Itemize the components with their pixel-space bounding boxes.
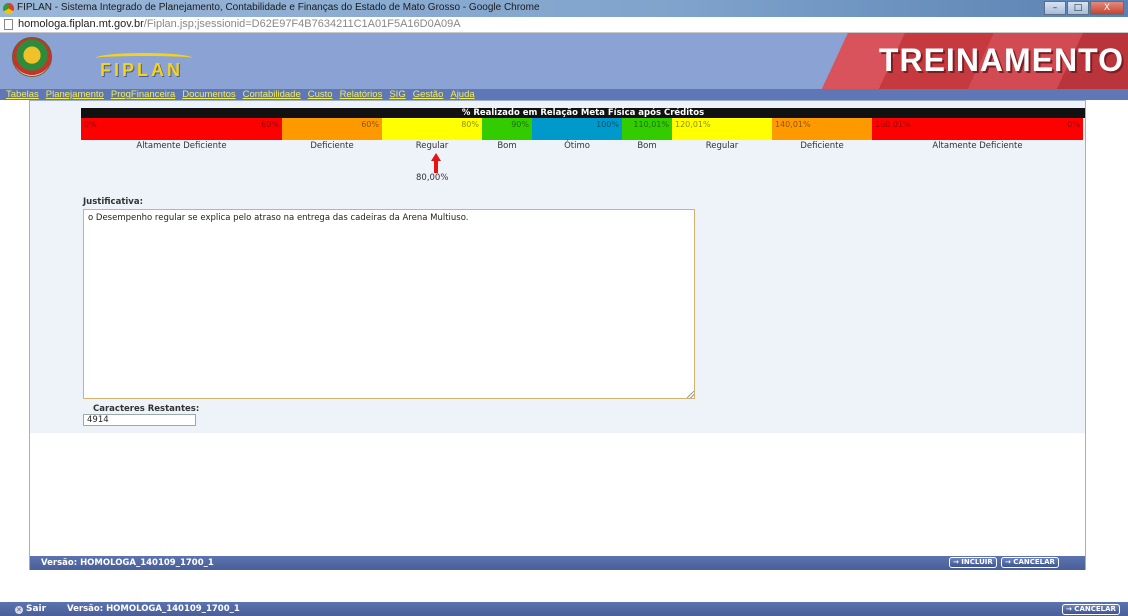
frame-footer: Versão: HOMOLOGA_140109_1700_1 → INCLUIR…: [30, 556, 1085, 570]
maximize-button[interactable]: □: [1067, 1, 1089, 15]
menu-item-sig[interactable]: SIG: [389, 89, 405, 100]
scale-category-label: Regular: [705, 141, 739, 151]
chars-remaining-label: Caracteres Restantes:: [93, 404, 200, 414]
segment-pct-left: 160,01%: [875, 120, 911, 129]
segment-pct-right: 110,01%: [633, 120, 669, 129]
scale-category-label: Bom: [637, 141, 657, 151]
menu-item-custo[interactable]: Custo: [308, 89, 333, 100]
scale-segment: 90%: [482, 118, 532, 140]
segment-pct-right: 80%: [461, 120, 479, 129]
scale-segment: 160,01% 0%: [872, 118, 1083, 140]
chrome-icon: [3, 3, 14, 14]
indicator-arrow-icon: [431, 153, 441, 173]
bottom-version-label: Versão: HOMOLOGA_140109_1700_1: [67, 604, 240, 614]
scale-segment: 140,01%: [772, 118, 872, 140]
scale-category-label: Deficiente: [800, 141, 844, 151]
exit-icon: ✕: [15, 606, 23, 614]
segment-pct-right: 0%: [1067, 120, 1080, 129]
menu-item-planejamento[interactable]: Planejamento: [46, 89, 104, 100]
bottom-cancelar-button[interactable]: → CANCELAR: [1062, 604, 1120, 615]
scale-segment: 100%: [532, 118, 622, 140]
window-controls: – □ X: [1043, 1, 1124, 15]
segment-pct-left: 120,01%: [675, 120, 711, 129]
treinamento-banner: TREINAMENTO: [878, 42, 1124, 78]
bottom-bar: ✕ Sair Versão: HOMOLOGA_140109_1700_1 → C…: [0, 602, 1128, 616]
version-label: Versão: HOMOLOGA_140109_1700_1: [41, 558, 214, 568]
menu-item-progfinanceira[interactable]: ProgFinanceira: [111, 89, 175, 100]
address-bar[interactable]: homologa.fiplan.mt.gov.br/Fiplan.jsp;jse…: [0, 17, 1128, 33]
scale-title: % Realizado em Relação Meta Física após …: [81, 108, 1085, 118]
segment-pct-left: 140,01%: [775, 120, 811, 129]
scale-category-label: Deficiente: [310, 141, 354, 151]
scale-category-label: Altamente Deficiente: [932, 141, 1023, 151]
segment-pct-right: 90%: [511, 120, 529, 129]
window-titlebar: FIPLAN - Sistema Integrado de Planejamen…: [0, 0, 1128, 17]
app-header: FIPLAN TREINAMENTO: [0, 33, 1128, 89]
chars-remaining-field: 4914: [83, 414, 196, 426]
menu-item-contabilidade[interactable]: Contabilidade: [243, 89, 301, 100]
segment-pct-right: 60%: [361, 120, 379, 129]
main-menu: Tabelas Planejamento ProgFinanceira Documen…: [0, 89, 1128, 100]
justificativa-textarea[interactable]: o Desempenho regular se explica pelo atr…: [83, 209, 695, 399]
sair-button[interactable]: ✕ Sair: [15, 604, 46, 614]
cancelar-button[interactable]: → CANCELAR: [1001, 557, 1059, 568]
menu-item-tabelas[interactable]: Tabelas: [6, 89, 39, 100]
segment-pct-right: 60%: [261, 120, 279, 129]
scale-category-label: Ótimo: [564, 141, 590, 151]
window-title: FIPLAN - Sistema Integrado de Planejamen…: [17, 2, 540, 13]
scale-segment: 60%: [282, 118, 382, 140]
resize-grip-icon[interactable]: [687, 391, 694, 398]
url-text[interactable]: homologa.fiplan.mt.gov.br/Fiplan.jsp;jse…: [18, 18, 461, 30]
menu-item-documentos[interactable]: Documentos: [182, 89, 235, 100]
close-window-button[interactable]: X: [1090, 1, 1124, 15]
scale-category-label: Altamente Deficiente: [136, 141, 227, 151]
menu-item-ajuda[interactable]: Ajuda: [450, 89, 474, 100]
menu-item-gestão[interactable]: Gestão: [413, 89, 444, 100]
indicator-value: 80,00%: [416, 173, 449, 183]
content-frame: % Realizado em Relação Meta Física após …: [29, 100, 1086, 570]
scale-category-label: Regular: [415, 141, 449, 151]
performance-scale: 0% 60% 60% 80% 90% 100% 110,01% 120,01% 140,01% 1…: [81, 118, 1085, 140]
scale-segment: 80%: [382, 118, 482, 140]
state-crest-logo: [12, 37, 52, 77]
form-panel: % Realizado em Relação Meta Física após …: [30, 101, 1085, 433]
scale-segment: 120,01%: [672, 118, 772, 140]
scale-segment: 110,01%: [622, 118, 672, 140]
fiplan-logo: FIPLAN: [100, 60, 183, 80]
page-icon: [4, 19, 13, 30]
segment-pct-right: 100%: [596, 120, 619, 129]
incluir-button[interactable]: → INCLUIR: [949, 557, 997, 568]
scale-segment: 0% 60%: [81, 118, 282, 140]
segment-pct-left: 0%: [84, 120, 97, 129]
scale-category-label: Bom: [497, 141, 517, 151]
minimize-button[interactable]: –: [1044, 1, 1066, 15]
justificativa-label: Justificativa:: [83, 197, 143, 207]
menu-item-relatórios[interactable]: Relatórios: [340, 89, 383, 100]
